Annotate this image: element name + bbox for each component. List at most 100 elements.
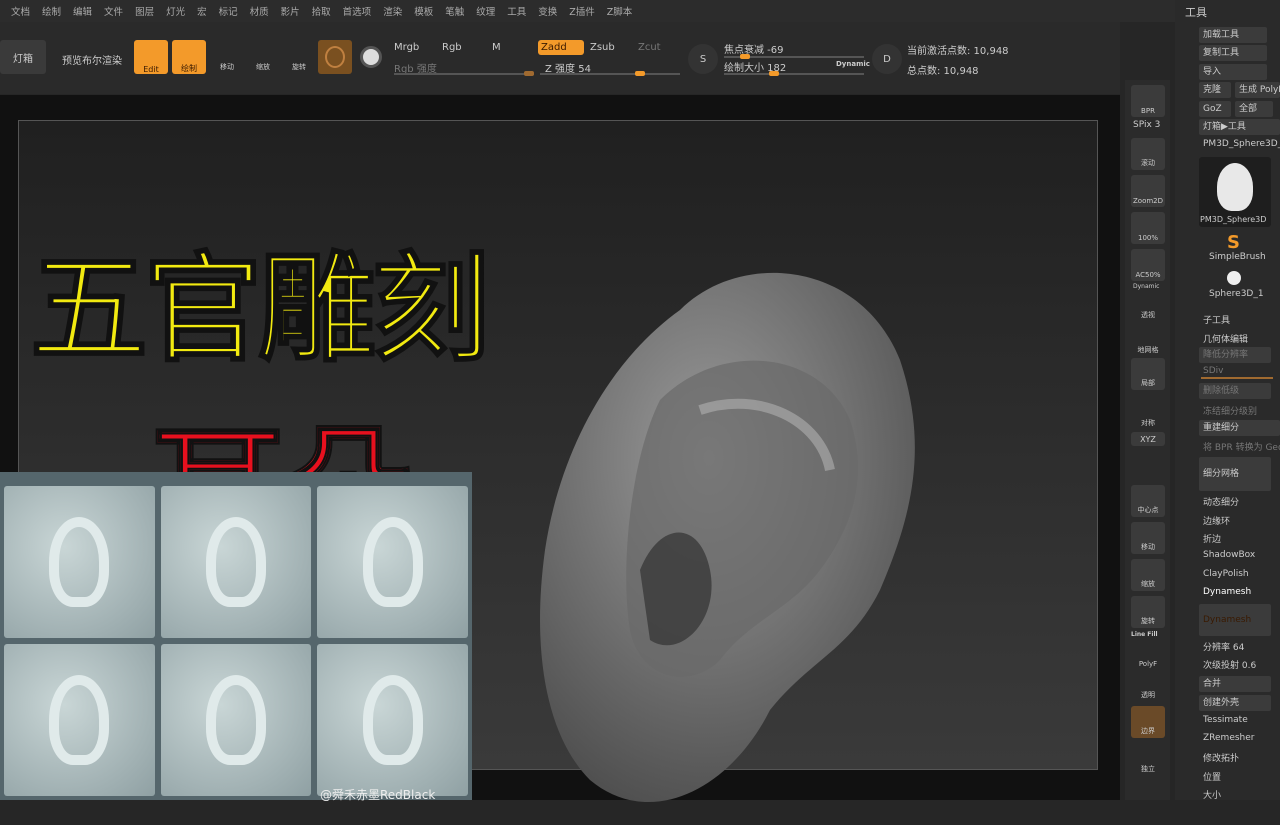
menu-item[interactable]: 文档 bbox=[6, 2, 35, 20]
subprojection-slider[interactable]: 次级投射 0.6 bbox=[1203, 658, 1256, 671]
sculptris-s-icon[interactable]: S bbox=[688, 44, 718, 74]
draw-size-slider[interactable] bbox=[724, 71, 864, 76]
zremesher-button[interactable]: ZRemesher bbox=[1203, 733, 1255, 743]
center-button[interactable]: 中心点 bbox=[1131, 485, 1165, 517]
size-button[interactable]: 大小 bbox=[1203, 788, 1221, 801]
rotate-button[interactable]: 旋转 bbox=[284, 42, 314, 72]
ac50-button[interactable]: AC50% bbox=[1131, 249, 1165, 281]
rgb-intensity-slider[interactable] bbox=[394, 71, 534, 76]
lightbox-tool-button[interactable]: 灯箱▶工具 bbox=[1199, 119, 1280, 135]
polyf-button[interactable]: PolyF bbox=[1131, 638, 1165, 670]
scale-button[interactable]: 缩放 bbox=[248, 42, 278, 72]
menu-item[interactable]: 拾取 bbox=[307, 2, 336, 20]
menu-item[interactable]: Z脚本 bbox=[602, 2, 638, 20]
rotate-button[interactable]: 旋转 bbox=[1131, 596, 1165, 628]
divide-button[interactable]: 细分网格 bbox=[1199, 457, 1271, 491]
goz-button[interactable]: GoZ bbox=[1199, 101, 1231, 117]
subtool-header[interactable]: 子工具 bbox=[1203, 313, 1230, 326]
zsub-button[interactable]: Zsub bbox=[590, 42, 615, 53]
menu-item[interactable]: Z插件 bbox=[564, 2, 600, 20]
scale-button[interactable]: 缩放 bbox=[1131, 559, 1165, 591]
edit-button[interactable]: Edit bbox=[134, 40, 168, 74]
preview-bool-button[interactable]: 预览布尔渲染 bbox=[62, 52, 122, 67]
draw-button[interactable]: 绘制 bbox=[172, 40, 206, 74]
menu-item[interactable]: 模板 bbox=[409, 2, 438, 20]
topology-button[interactable]: 修改拓扑 bbox=[1203, 751, 1239, 764]
symmetry-button[interactable]: 对称 bbox=[1131, 398, 1165, 430]
spix-slider[interactable]: SPix 3 bbox=[1133, 120, 1160, 130]
geometry-header[interactable]: 几何体编辑 bbox=[1203, 332, 1248, 345]
menu-item[interactable]: 首选项 bbox=[338, 2, 377, 20]
menu-item[interactable]: 文件 bbox=[99, 2, 128, 20]
move-button[interactable]: 移动 bbox=[212, 42, 242, 72]
zadd-button[interactable]: Zadd bbox=[538, 40, 584, 55]
menu-item[interactable]: 变换 bbox=[533, 2, 562, 20]
menu-item[interactable]: 材质 bbox=[245, 2, 274, 20]
ghost-button[interactable]: 边界 bbox=[1131, 706, 1165, 738]
xyz-button[interactable]: XYZ bbox=[1131, 432, 1165, 446]
dynamesh-header[interactable]: Dynamesh bbox=[1203, 587, 1251, 597]
zoom100-button[interactable]: 100% bbox=[1131, 212, 1165, 244]
sculptris-d-icon[interactable]: D bbox=[872, 44, 902, 74]
delete-lower-button[interactable]: 删除低级 bbox=[1199, 383, 1271, 399]
menu-item[interactable]: 渲染 bbox=[378, 2, 407, 20]
menu-item[interactable]: 灯光 bbox=[161, 2, 190, 20]
all-button[interactable]: 全部 bbox=[1235, 101, 1273, 117]
rebuild-subdiv-button[interactable]: 重建细分 bbox=[1199, 420, 1280, 436]
zoom2d-button[interactable]: Zoom2D bbox=[1131, 175, 1165, 207]
perspective-button[interactable]: 透视 bbox=[1131, 290, 1165, 322]
solo-button[interactable]: 独立 bbox=[1131, 744, 1165, 776]
floor-button[interactable]: 地网格 bbox=[1131, 325, 1165, 357]
zcut-button[interactable]: Zcut bbox=[638, 42, 661, 53]
load-tool-button[interactable]: 加载工具 bbox=[1199, 27, 1267, 43]
lower-res-button[interactable]: 降低分辨率 bbox=[1199, 347, 1271, 363]
m-button[interactable]: M bbox=[492, 42, 501, 53]
menu-item[interactable]: 图层 bbox=[130, 2, 159, 20]
scroll-button[interactable]: 滚动 bbox=[1131, 138, 1165, 170]
simplebrush-icon[interactable]: S bbox=[1227, 232, 1240, 253]
transparent-button[interactable]: 透明 bbox=[1131, 670, 1165, 702]
claypolish-button[interactable]: ClayPolish bbox=[1203, 569, 1249, 579]
dynamic-subdiv-button[interactable]: 动态细分 bbox=[1203, 495, 1239, 508]
menu-item[interactable]: 工具 bbox=[502, 2, 531, 20]
dynamesh-button[interactable]: Dynamesh bbox=[1199, 604, 1271, 636]
bpr-button[interactable]: BPR bbox=[1131, 85, 1165, 117]
menu-item[interactable]: 影片 bbox=[276, 2, 305, 20]
mrgb-button[interactable]: Mrgb bbox=[394, 42, 419, 53]
sphere-icon[interactable] bbox=[1227, 271, 1241, 285]
freeze-subdiv-button[interactable]: 冻结细分级别 bbox=[1203, 404, 1257, 417]
focal-shift-slider[interactable] bbox=[724, 54, 864, 59]
shadowbox-button[interactable]: ShadowBox bbox=[1203, 550, 1255, 560]
menu-item[interactable]: 标记 bbox=[214, 2, 243, 20]
bpr-to-geo-button[interactable]: 将 BPR 转换为 Geo bbox=[1203, 440, 1280, 453]
copy-tool-button[interactable]: 复制工具 bbox=[1199, 45, 1267, 61]
material-icon[interactable] bbox=[318, 40, 352, 74]
menu-item[interactable]: 编辑 bbox=[68, 2, 97, 20]
create-shell-button[interactable]: 创建外壳 bbox=[1199, 695, 1271, 711]
texture-icon[interactable] bbox=[356, 42, 386, 72]
resolution-slider[interactable]: 分辨率 64 bbox=[1203, 640, 1244, 653]
import-button[interactable]: 导入 bbox=[1199, 64, 1267, 80]
position-button[interactable]: 位置 bbox=[1203, 770, 1221, 783]
z-intensity-slider[interactable] bbox=[540, 71, 680, 76]
move-button[interactable]: 移动 bbox=[1131, 522, 1165, 554]
simplebrush-label[interactable]: SimpleBrush bbox=[1209, 252, 1266, 262]
menu-item[interactable]: 纹理 bbox=[471, 2, 500, 20]
menu-item[interactable]: 宏 bbox=[192, 2, 212, 20]
local-button[interactable]: 局部 bbox=[1131, 358, 1165, 390]
ear-model[interactable] bbox=[530, 190, 930, 825]
merge-button[interactable]: 合并 bbox=[1199, 676, 1271, 692]
dynamic-toggle[interactable]: Dynamic bbox=[836, 60, 870, 68]
tessimate-button[interactable]: Tessimate bbox=[1203, 715, 1248, 725]
menu-item[interactable]: 笔触 bbox=[440, 2, 469, 20]
edgeloop-button[interactable]: 边缘环 bbox=[1203, 514, 1230, 527]
right-shelf: BPR SPix 3 滚动 Zoom2D 100% AC50% Dynamic … bbox=[1125, 80, 1170, 800]
clone-button[interactable]: 克隆 bbox=[1199, 82, 1231, 98]
sdiv-slider[interactable]: SDiv bbox=[1203, 366, 1223, 376]
sphere-label[interactable]: Sphere3D_1 bbox=[1209, 289, 1264, 299]
make-polymesh-button[interactable]: 生成 PolyM bbox=[1235, 82, 1280, 98]
lightbox-button[interactable]: 灯箱 bbox=[0, 40, 46, 74]
crease-button[interactable]: 折边 bbox=[1203, 532, 1221, 545]
menu-item[interactable]: 绘制 bbox=[37, 2, 66, 20]
rgb-button[interactable]: Rgb bbox=[442, 42, 462, 53]
